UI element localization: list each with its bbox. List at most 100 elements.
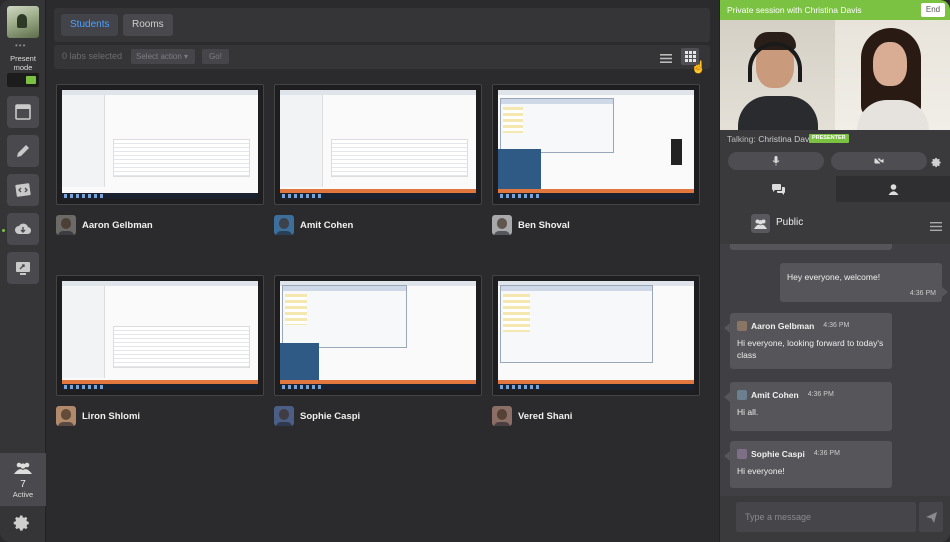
pencil-icon bbox=[17, 145, 29, 157]
student-video bbox=[835, 20, 950, 130]
session-panel: Private session with Christina Davis End… bbox=[719, 0, 950, 542]
message-time: 4:36 PM bbox=[813, 450, 840, 457]
app-window: ••• Present mode 7 Active Students Rooms… bbox=[0, 0, 950, 542]
active-count: 7 bbox=[20, 479, 26, 490]
settings-button[interactable] bbox=[13, 514, 31, 532]
student-name: Amit Cohen bbox=[300, 219, 354, 231]
go-button[interactable]: Go! bbox=[202, 49, 229, 64]
list-view-button[interactable] bbox=[660, 51, 672, 63]
active-indicator bbox=[2, 229, 5, 232]
download-button[interactable] bbox=[7, 213, 39, 245]
mic-button[interactable] bbox=[728, 152, 824, 170]
student-screen[interactable] bbox=[56, 84, 264, 205]
whiteboard-button[interactable] bbox=[7, 96, 39, 128]
presenter-badge: PRESENTER bbox=[809, 134, 849, 143]
student-screen[interactable] bbox=[274, 84, 482, 205]
chat-input-bar bbox=[720, 496, 950, 542]
code-button[interactable] bbox=[7, 174, 39, 206]
video-area bbox=[720, 20, 950, 130]
message-input[interactable] bbox=[736, 502, 916, 532]
present-mode-toggle[interactable] bbox=[7, 73, 39, 87]
avatar bbox=[492, 215, 512, 235]
message-text: Hi all. bbox=[737, 407, 759, 417]
active-users-button[interactable]: 7 Active bbox=[0, 453, 46, 506]
student-name: Liron Shlomi bbox=[82, 410, 141, 422]
chat-menu-button[interactable] bbox=[930, 218, 942, 231]
chat-message-partial bbox=[730, 244, 892, 250]
list-view-icon bbox=[660, 54, 672, 63]
more-dots-icon[interactable]: ••• bbox=[15, 41, 26, 50]
session-header: Private session with Christina Davis End bbox=[720, 0, 950, 20]
tab-participants[interactable] bbox=[836, 176, 950, 202]
screen-share-icon bbox=[16, 262, 30, 275]
message-author: Sophie Caspi bbox=[751, 449, 805, 459]
gear-icon bbox=[931, 157, 941, 168]
chat-channel-header: Public bbox=[720, 202, 950, 244]
select-action-dropdown[interactable]: Select action ▾ bbox=[131, 49, 195, 64]
student-screen[interactable] bbox=[492, 275, 700, 396]
avatar bbox=[737, 390, 747, 400]
avatar bbox=[737, 321, 747, 331]
chat-channel-name: Public bbox=[776, 217, 804, 228]
talking-name: Christina Davis bbox=[758, 134, 816, 144]
view-tabs-bar: Students Rooms bbox=[54, 8, 710, 42]
annotate-button[interactable] bbox=[7, 135, 39, 167]
avatar bbox=[274, 406, 294, 426]
student-screen[interactable] bbox=[492, 84, 700, 205]
tab-rooms[interactable]: Rooms bbox=[123, 14, 173, 36]
main-area: Students Rooms 0 labs selected Select ac… bbox=[46, 0, 718, 542]
window-icon bbox=[15, 104, 31, 120]
gear-icon bbox=[13, 515, 29, 531]
chat-message: Aaron Gelbman 4:36 PM Hi everyone, looki… bbox=[724, 313, 892, 369]
message-author: Amit Cohen bbox=[751, 390, 799, 400]
student-name: Aaron Gelbman bbox=[82, 219, 153, 231]
mouse-cursor-icon: ☝ bbox=[691, 60, 706, 74]
tab-students[interactable]: Students bbox=[61, 14, 119, 36]
message-text: Hi everyone! bbox=[737, 466, 785, 476]
session-settings-button[interactable] bbox=[931, 155, 942, 173]
chat-message: Amit Cohen 4:36 PM Hi all. bbox=[724, 382, 892, 431]
avatar bbox=[274, 215, 294, 235]
message-time: 4:36 PM bbox=[909, 290, 936, 297]
panel-tabs bbox=[720, 176, 950, 202]
message-time: 4:36 PM bbox=[807, 391, 834, 398]
student-name: Vered Shani bbox=[518, 410, 573, 422]
avatar bbox=[56, 215, 76, 235]
avatar bbox=[56, 406, 76, 426]
group-icon bbox=[751, 214, 770, 233]
student-screen[interactable] bbox=[56, 275, 264, 396]
session-title: Private session with Christina Davis bbox=[727, 5, 862, 15]
send-button[interactable] bbox=[919, 502, 943, 532]
chat-message: Sophie Caspi 4:36 PM Hi everyone! bbox=[724, 441, 892, 488]
student-name: Sophie Caspi bbox=[300, 410, 361, 422]
active-label: Active bbox=[12, 490, 34, 499]
screen-share-button[interactable] bbox=[7, 252, 39, 284]
cloud-download-icon bbox=[15, 223, 32, 235]
present-mode-label: Present mode bbox=[10, 54, 36, 72]
user-icon bbox=[888, 183, 899, 195]
camera-off-icon bbox=[874, 156, 884, 166]
selected-count: 0 labs selected bbox=[62, 51, 123, 61]
chat-message-own: Hey everyone, welcome! 4:36 PM bbox=[780, 263, 948, 302]
presenter-thumbnail[interactable] bbox=[7, 6, 39, 38]
code-icon bbox=[15, 183, 31, 197]
instructor-video bbox=[720, 20, 835, 130]
message-time: 4:36 PM bbox=[823, 322, 850, 329]
talking-label: Talking: bbox=[727, 134, 756, 144]
student-name: Ben Shoval bbox=[518, 219, 570, 231]
left-rail: ••• Present mode 7 Active bbox=[0, 0, 46, 542]
send-icon bbox=[925, 511, 937, 523]
avatar bbox=[492, 406, 512, 426]
camera-button[interactable] bbox=[831, 152, 927, 170]
chat-bubbles-icon bbox=[771, 183, 785, 195]
hamburger-icon bbox=[930, 222, 942, 231]
tab-chat[interactable] bbox=[720, 176, 836, 202]
message-author: Aaron Gelbman bbox=[751, 321, 815, 331]
users-icon bbox=[14, 462, 32, 474]
message-text: Hey everyone, welcome! bbox=[787, 272, 881, 282]
student-screen[interactable] bbox=[274, 275, 482, 396]
microphone-icon bbox=[772, 156, 780, 166]
selection-toolbar: 0 labs selected Select action ▾ Go! bbox=[54, 45, 710, 69]
chat-messages[interactable]: Hey everyone, welcome! 4:36 PM Aaron Gel… bbox=[720, 244, 950, 496]
end-session-button[interactable]: End bbox=[921, 3, 945, 17]
